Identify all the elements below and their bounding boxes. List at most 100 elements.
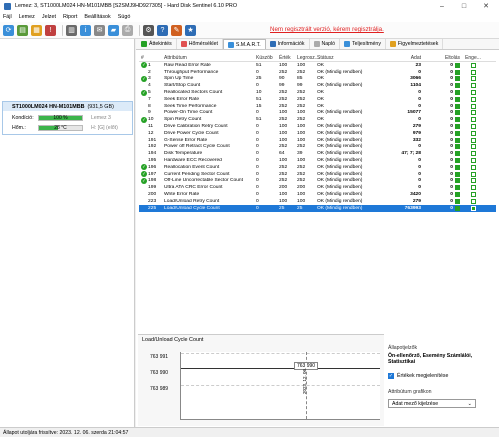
- table-row[interactable]: 199 Ultra ATA CRC Error Count 0 200 200 OK (M…: [139, 184, 496, 191]
- tab-alerts[interactable]: Figyelmeztetések: [386, 39, 444, 49]
- menu-report[interactable]: Riport: [63, 14, 77, 20]
- row-enabled[interactable]: [462, 110, 484, 116]
- tab-smart[interactable]: S.M.A.R.T.: [222, 39, 266, 49]
- alert-icon[interactable]: !: [45, 24, 56, 36]
- row-enabled[interactable]: [462, 205, 484, 211]
- table-row[interactable]: 9 Power-On Time Count 0 100 100 OK (Mindig re…: [139, 110, 496, 117]
- table-row[interactable]: 192 Power off Retract Cycle Count 0 252 252 O…: [139, 144, 496, 151]
- table-row[interactable]: ✓ 197 Current Pending Sector Count 0 252 252 O…: [139, 171, 496, 178]
- table-row[interactable]: ✓ 5 Reallocated Sectors Count 10 252 252 OK 0 0: [139, 89, 496, 96]
- enabled-checkbox[interactable]: [470, 83, 476, 89]
- col-enabled[interactable]: Enge...: [462, 55, 484, 61]
- table-row[interactable]: ✓ 196 Reallocation Event Count 0 252 252 OK (M…: [139, 164, 496, 171]
- row-enabled[interactable]: [462, 137, 484, 143]
- help-icon[interactable]: ?: [157, 24, 168, 36]
- row-enabled[interactable]: [462, 164, 484, 170]
- enabled-checkbox[interactable]: [470, 117, 476, 123]
- table-row[interactable]: 11 Drive Calibration Retry Count 0 100 100 OK…: [139, 123, 496, 130]
- enabled-checkbox[interactable]: [470, 103, 476, 109]
- row-enabled[interactable]: [462, 151, 484, 157]
- table-row[interactable]: ✓ 198 Off-Line Uncorrectable Sector Count 0…: [139, 177, 496, 185]
- enabled-checkbox[interactable]: [470, 110, 476, 116]
- row-enabled[interactable]: [462, 192, 484, 198]
- row-enabled[interactable]: [462, 117, 484, 123]
- row-enabled[interactable]: [462, 144, 484, 150]
- row-enabled[interactable]: [462, 76, 484, 82]
- table-row[interactable]: ✓ 1 Raw Read Error Rate 51 100 100 OK 23 0: [139, 62, 496, 69]
- refresh-icon[interactable]: ⟳: [3, 24, 14, 36]
- graph-icon[interactable]: ▰: [108, 24, 119, 36]
- enabled-checkbox[interactable]: [470, 96, 476, 102]
- table-row[interactable]: 225 Load/Unload Cycle Count 0 25 25 OK (Mindi…: [139, 204, 496, 212]
- row-enabled[interactable]: [462, 185, 484, 191]
- row-enabled[interactable]: [462, 96, 484, 102]
- col-attribute[interactable]: Attribútum: [164, 55, 256, 61]
- table-row[interactable]: 7 Seek Error Rate 51 252 252 OK 0 0: [139, 96, 496, 103]
- table-row[interactable]: 194 Disk Temperature 0 64 39 OK (Mindig rendb…: [139, 150, 496, 157]
- tab-info[interactable]: Információk: [266, 39, 310, 49]
- menu-settings[interactable]: Beállítások: [84, 14, 110, 20]
- table-row[interactable]: 223 Load/Unload Retry Count 0 100 100 OK (Min…: [139, 198, 496, 205]
- row-enabled[interactable]: [462, 83, 484, 89]
- row-enabled[interactable]: [462, 171, 484, 177]
- row-enabled[interactable]: [462, 178, 484, 184]
- col-worst[interactable]: Legrosz...: [297, 55, 319, 61]
- enabled-checkbox[interactable]: [470, 124, 476, 130]
- table-row[interactable]: 4 Start/Stop Count 0 99 99 OK (Mindig rendben…: [139, 82, 496, 89]
- register-link[interactable]: Nem regisztrált verzió, kérem regisztrál…: [270, 26, 384, 33]
- row-enabled[interactable]: [462, 69, 484, 75]
- col-id[interactable]: #: [139, 55, 164, 61]
- report-icon[interactable]: ▦: [31, 24, 42, 36]
- tab-performance[interactable]: Teljesítmény: [340, 39, 386, 49]
- table-row[interactable]: ✓ 3 Spin Up Time 25 90 85 OK 3066 0: [139, 75, 496, 83]
- tab-log[interactable]: Napló: [310, 39, 341, 49]
- table-row[interactable]: 8 Seek Time Performance 15 252 252 OK 0 0: [139, 103, 496, 110]
- table-row[interactable]: 12 Drive Power Cycle Count 0 100 100 OK (Mind…: [139, 130, 496, 137]
- disk-icon[interactable]: ▤: [17, 24, 28, 36]
- row-enabled[interactable]: [462, 62, 484, 68]
- menu-help[interactable]: Súgó: [118, 14, 131, 20]
- menu-report-status[interactable]: Jelzet: [42, 14, 56, 20]
- enabled-checkbox[interactable]: [470, 137, 476, 143]
- col-threshold[interactable]: Küszöb: [256, 55, 279, 61]
- enabled-checkbox[interactable]: [470, 151, 476, 157]
- close-button[interactable]: ✕: [475, 0, 497, 12]
- enabled-checkbox[interactable]: [470, 171, 476, 177]
- enabled-checkbox[interactable]: [470, 90, 476, 96]
- about-icon[interactable]: ★: [185, 24, 196, 36]
- enabled-checkbox[interactable]: [470, 144, 476, 150]
- enabled-checkbox[interactable]: [470, 178, 476, 184]
- mail-icon[interactable]: ✉: [94, 24, 105, 36]
- enabled-checkbox[interactable]: [470, 198, 476, 204]
- row-enabled[interactable]: [462, 103, 484, 109]
- table-row[interactable]: ✓ 10 Spin Retry Count 51 252 252 OK 0 0: [139, 116, 496, 123]
- enabled-checkbox[interactable]: [470, 130, 476, 136]
- show-values-checkbox[interactable]: ✓ Értékek megjelenítése: [388, 373, 498, 379]
- menu-file[interactable]: Fájl: [3, 14, 12, 20]
- row-enabled[interactable]: [462, 90, 484, 96]
- tab-temperature[interactable]: Hőmérséklet: [177, 39, 223, 49]
- maximize-button[interactable]: □: [453, 0, 475, 12]
- row-enabled[interactable]: [462, 124, 484, 130]
- tools-icon[interactable]: ✎: [171, 24, 182, 36]
- enabled-checkbox[interactable]: [470, 76, 476, 82]
- col-status[interactable]: Státusz: [317, 55, 367, 61]
- print-icon[interactable]: ⎙: [122, 24, 133, 36]
- col-offset[interactable]: Eltolás: [424, 55, 462, 61]
- row-enabled[interactable]: [462, 198, 484, 204]
- enabled-checkbox[interactable]: [470, 205, 476, 211]
- menu-disk[interactable]: Lemez: [19, 14, 35, 20]
- col-data[interactable]: Adat: [367, 55, 424, 61]
- enabled-checkbox[interactable]: [470, 192, 476, 198]
- row-enabled[interactable]: [462, 130, 484, 136]
- row-enabled[interactable]: [462, 158, 484, 164]
- table-row[interactable]: 191 G-Sense Error Rate 0 100 100 OK (Mindig r…: [139, 137, 496, 144]
- info-icon[interactable]: i: [80, 24, 91, 36]
- graph-mode-select[interactable]: Adat mező kijelzése ⌄: [388, 399, 476, 408]
- table-row[interactable]: 2 Throughput Performance 0 252 252 OK (Mindig…: [139, 69, 496, 76]
- test-icon[interactable]: ▥: [66, 24, 77, 36]
- enabled-checkbox[interactable]: [470, 69, 476, 75]
- enabled-checkbox[interactable]: [470, 185, 476, 191]
- table-row[interactable]: 200 Write Error Rate 0 100 100 OK (Mindig ren…: [139, 191, 496, 198]
- enabled-checkbox[interactable]: [470, 164, 476, 170]
